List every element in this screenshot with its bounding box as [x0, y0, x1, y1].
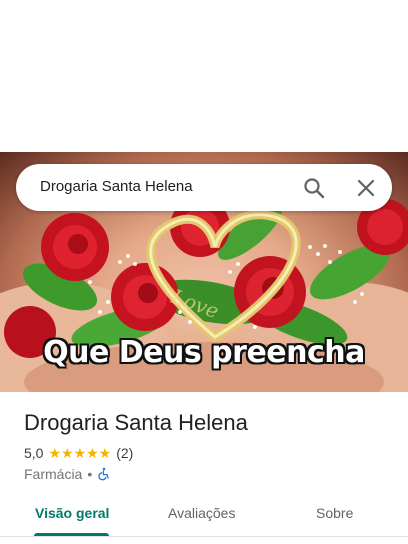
- tab-about[interactable]: Sobre: [316, 505, 353, 521]
- top-blank-area: [0, 0, 408, 152]
- search-bar[interactable]: Drogaria Santa Helena: [16, 164, 392, 211]
- tab-overview[interactable]: Visão geral: [35, 505, 109, 521]
- tab-reviews[interactable]: Avaliações: [168, 505, 235, 521]
- place-title: Drogaria Santa Helena: [24, 410, 248, 435]
- rating-stars: ★★★★★: [48, 444, 112, 461]
- place-tabs: Visão geral Avaliações Sobre: [0, 495, 408, 537]
- wheelchair-icon: [98, 467, 109, 481]
- rating-value: 5,0: [24, 445, 44, 461]
- category-row: Farmácia •: [24, 465, 111, 483]
- close-icon[interactable]: [354, 176, 378, 200]
- place-category: Farmácia: [24, 466, 83, 482]
- review-count[interactable]: (2): [116, 445, 133, 461]
- separator-dot: •: [87, 466, 93, 482]
- search-input[interactable]: Drogaria Santa Helena: [40, 178, 193, 195]
- hero-caption: Que Deus preencha: [43, 335, 365, 370]
- tabs-divider: [0, 536, 408, 537]
- search-icon[interactable]: [302, 176, 326, 200]
- rating-row[interactable]: 5,0 ★★★★★ (2): [24, 444, 133, 462]
